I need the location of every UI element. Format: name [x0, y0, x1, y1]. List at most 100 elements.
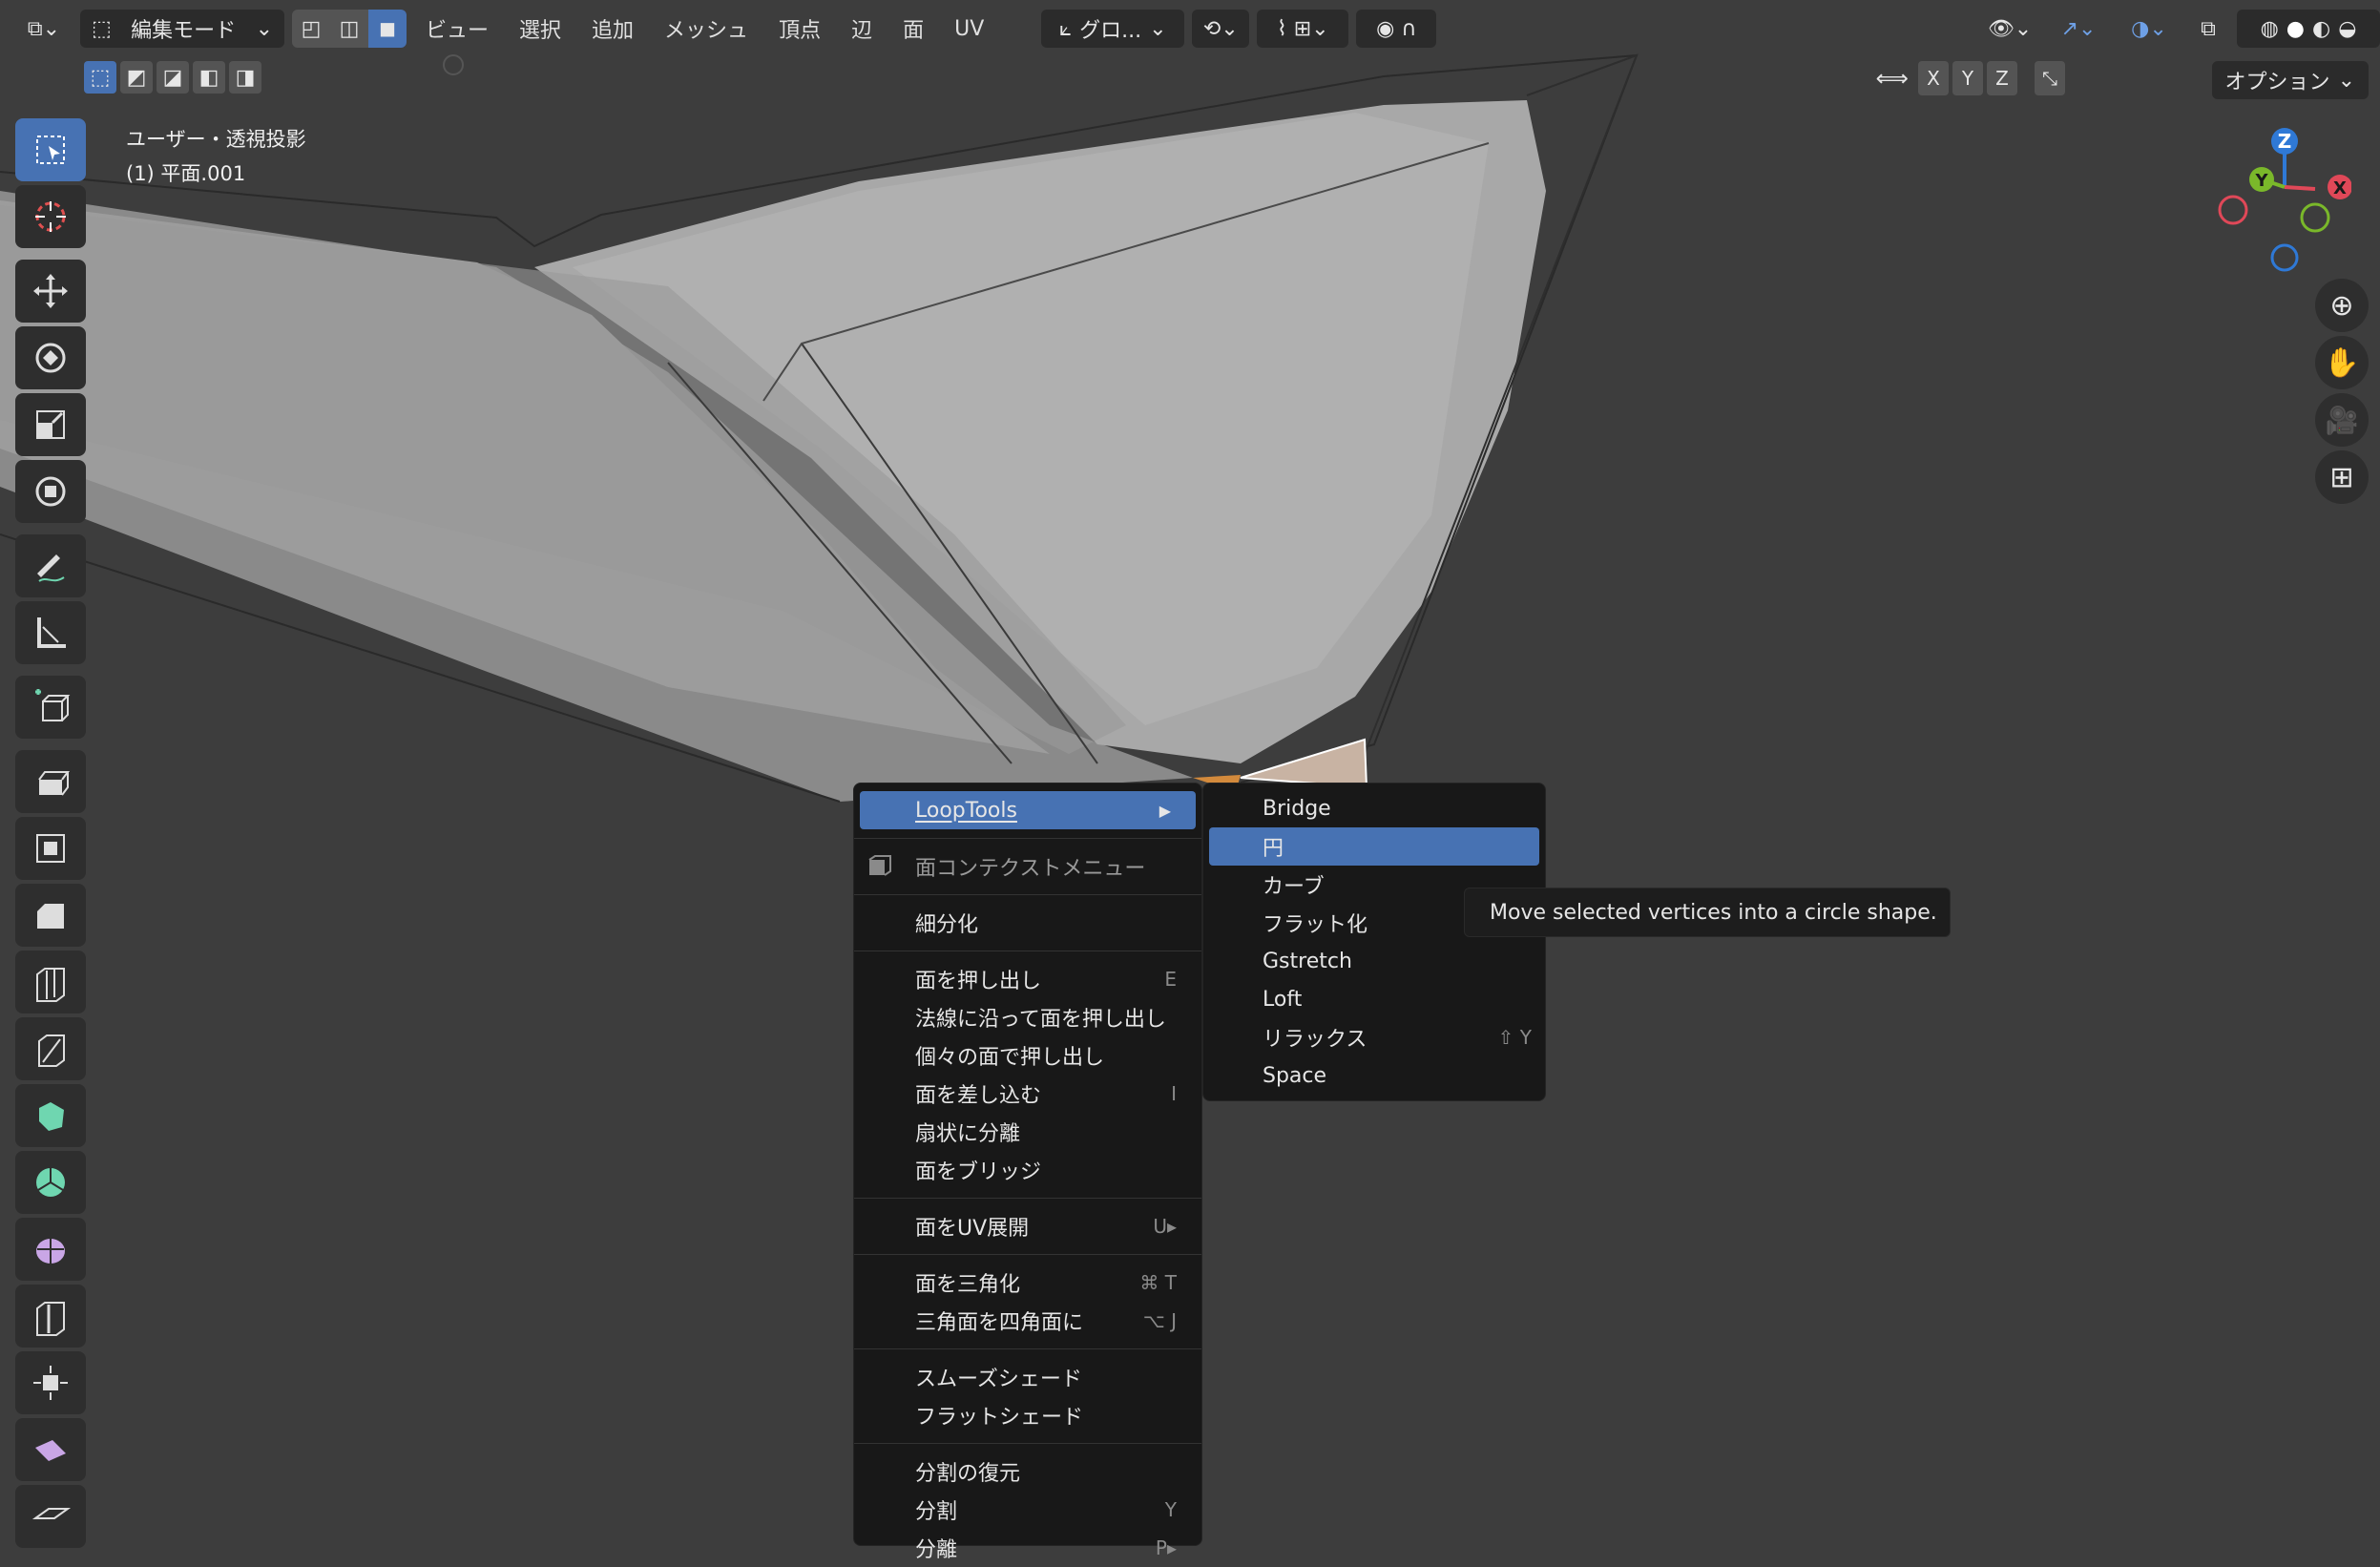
material-shading-icon[interactable]: ◐: [2312, 17, 2330, 41]
select-invert-icon: ◧: [198, 65, 219, 90]
menu-select[interactable]: 選択: [508, 13, 573, 44]
menu-edge[interactable]: 辺: [840, 13, 884, 44]
menu-mesh[interactable]: メッシュ: [653, 13, 760, 44]
menu-item-looptools[interactable]: LoopTools ▶: [860, 791, 1196, 829]
svg-text:Y: Y: [2254, 171, 2268, 191]
shear-tool[interactable]: [15, 1418, 86, 1481]
menu-item-shade-flat[interactable]: フラットシェード: [854, 1396, 1201, 1434]
rotate-icon: [35, 343, 66, 373]
select-intersect-button[interactable]: ◨: [229, 61, 261, 94]
submenu-item-bridge[interactable]: Bridge: [1203, 789, 1545, 827]
cursor-tool[interactable]: [15, 185, 86, 248]
shrink-fatten-tool[interactable]: [15, 1351, 86, 1414]
annotate-tool[interactable]: [15, 534, 86, 597]
menu-title: 面コンテクストメニュー: [854, 847, 1201, 886]
inset-tool[interactable]: [15, 817, 86, 880]
select-extend-button[interactable]: ◩: [120, 61, 153, 94]
bevel-tool[interactable]: [15, 884, 86, 947]
camera-view-button[interactable]: 🎥: [2315, 393, 2369, 447]
snap-dropdown[interactable]: ⌇ ⊞⌄: [1257, 10, 1349, 48]
inset-icon: [36, 834, 65, 863]
pivot-icon: ⟲⌄: [1202, 16, 1239, 41]
vertex-select-button[interactable]: ◰: [292, 10, 330, 48]
menu-item-subdivide[interactable]: 細分化: [854, 904, 1201, 942]
rendered-shading-icon[interactable]: ◒: [2338, 17, 2356, 41]
menu-item-un-subdivide[interactable]: 分割の復元: [854, 1452, 1201, 1491]
menu-item-separate[interactable]: 分離 P▸: [854, 1529, 1201, 1567]
menu-item-split[interactable]: 分割 Y: [854, 1491, 1201, 1529]
menu-item-inset-faces[interactable]: 面を差し込む I: [854, 1075, 1201, 1113]
submenu-item-relax[interactable]: リラックス ⇧ Y: [1203, 1018, 1545, 1056]
mirror-x-button[interactable]: X: [1918, 61, 1949, 95]
ortho-toggle-button[interactable]: ⊞: [2315, 450, 2369, 504]
topology-mirror-button[interactable]: ⤡: [2035, 61, 2065, 95]
orientation-label: グロ...: [1079, 19, 1142, 43]
menu-item-extrude-faces[interactable]: 面を押し出し E: [854, 960, 1201, 998]
menu-item-shade-smooth[interactable]: スムーズシェード: [854, 1358, 1201, 1396]
select-subtract-button[interactable]: ◪: [157, 61, 189, 94]
menu-item-poke-faces[interactable]: 扇状に分離: [854, 1113, 1201, 1151]
transform-tool[interactable]: [15, 460, 86, 523]
menu-uv[interactable]: UV: [943, 17, 995, 41]
editor-type-button[interactable]: ⧉⌄: [15, 10, 73, 48]
add-cube-tool[interactable]: [15, 676, 86, 739]
menu-vertex[interactable]: 頂点: [767, 13, 832, 44]
submenu-item-space[interactable]: Space: [1203, 1056, 1545, 1095]
overlay-toggle[interactable]: ◑⌄: [2119, 10, 2180, 48]
submenu-item-gstretch[interactable]: Gstretch: [1203, 942, 1545, 980]
rip-tool[interactable]: [15, 1485, 86, 1548]
edge-select-button[interactable]: ◫: [330, 10, 368, 48]
pivot-dropdown[interactable]: ⟲⌄: [1192, 10, 1250, 48]
menu-view[interactable]: ビュー: [414, 13, 500, 44]
transform-orientation-dropdown[interactable]: ⟀ グロ... ⌄: [1041, 10, 1185, 48]
svg-text:X: X: [2333, 178, 2347, 198]
xray-toggle[interactable]: ⧉: [2189, 10, 2227, 48]
submenu-item-loft[interactable]: Loft: [1203, 980, 1545, 1018]
proportional-edit-dropdown[interactable]: ◉ ∩: [1356, 10, 1437, 48]
face-select-button[interactable]: ◼: [368, 10, 407, 48]
edge-select-icon: ◫: [339, 16, 360, 41]
mirror-z-button[interactable]: Z: [1987, 61, 2017, 95]
extrude-tool[interactable]: [15, 750, 86, 813]
menu-item-uv-unwrap[interactable]: 面をUV展開 U▸: [854, 1207, 1201, 1245]
mode-dropdown[interactable]: ⬚ 編集モード ⌄: [80, 10, 284, 48]
menu-item-bridge-faces[interactable]: 面をブリッジ: [854, 1151, 1201, 1189]
smooth-tool[interactable]: [15, 1218, 86, 1281]
mirror-y-button[interactable]: Y: [1952, 61, 1983, 95]
knife-tool[interactable]: [15, 1017, 86, 1080]
select-box-icon: [36, 136, 65, 164]
spin-tool[interactable]: [15, 1151, 86, 1214]
submenu-arrow-icon: ▶: [1159, 801, 1171, 820]
poly-build-tool[interactable]: [15, 1084, 86, 1147]
wireframe-shading-icon[interactable]: ◍: [2261, 17, 2279, 41]
loop-cut-tool[interactable]: [15, 951, 86, 1013]
submenu-item-circle[interactable]: 円: [1209, 827, 1539, 866]
pan-button[interactable]: ✋: [2315, 336, 2369, 389]
menu-item-tris-to-quads[interactable]: 三角面を四角面に ⌥ J: [854, 1302, 1201, 1340]
zoom-button[interactable]: ⊕: [2315, 279, 2369, 332]
menu-item-triangulate[interactable]: 面を三角化 ⌘ T: [854, 1264, 1201, 1302]
smooth-icon: [36, 1239, 65, 1264]
select-invert-button[interactable]: ◧: [193, 61, 225, 94]
rotate-tool[interactable]: [15, 326, 86, 389]
menu-add[interactable]: 追加: [580, 13, 645, 44]
ruler-icon: [37, 617, 66, 648]
measure-tool[interactable]: [15, 601, 86, 664]
navigation-gizmo[interactable]: Z Y X: [2208, 120, 2352, 273]
move-tool[interactable]: [15, 260, 86, 323]
viewport-info: ユーザー・透視投影 (1) 平面.001: [126, 122, 306, 191]
menu-item-extrude-along-normals[interactable]: 法線に沿って面を押し出し: [854, 998, 1201, 1036]
scale-tool[interactable]: [15, 393, 86, 456]
face-select-icon: ◼: [378, 16, 397, 41]
mirror-icon: ⟺: [1875, 65, 1909, 92]
visibility-dropdown[interactable]: 👁⌄: [1981, 10, 2038, 48]
chevron-down-icon: ⌄: [2337, 68, 2355, 93]
edge-slide-tool[interactable]: [15, 1285, 86, 1348]
select-box-tool[interactable]: [15, 118, 86, 181]
menu-face[interactable]: 面: [891, 13, 935, 44]
menu-item-extrude-individual[interactable]: 個々の面で押し出し: [854, 1036, 1201, 1075]
gizmo-toggle[interactable]: ↗⌄: [2048, 10, 2109, 48]
solid-shading-icon[interactable]: ●: [2286, 17, 2305, 41]
options-dropdown[interactable]: オプション ⌄: [2211, 61, 2369, 99]
select-new-button[interactable]: ⬚: [84, 61, 116, 94]
